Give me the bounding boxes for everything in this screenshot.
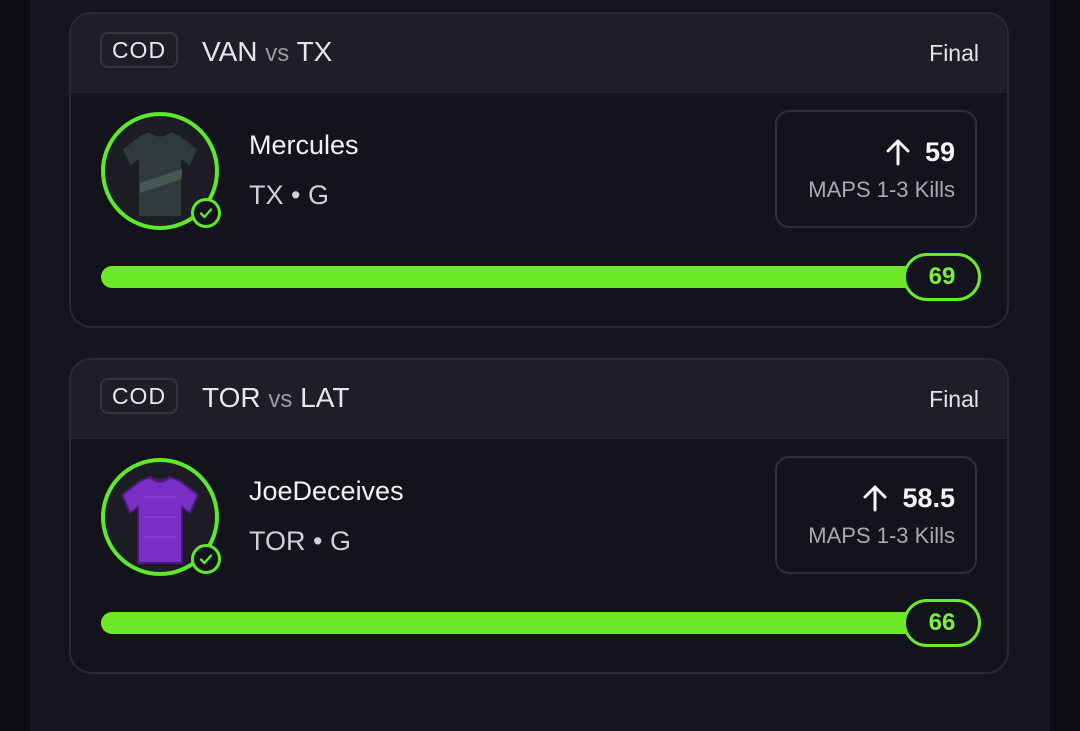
player-avatar-wrap [101,112,221,230]
away-team: TX [296,36,333,67]
player-name: JoeDeceives [249,476,404,506]
away-team: LAT [300,382,350,413]
verified-check-icon [191,544,221,574]
result-progress-bar: 66 [101,599,981,647]
projection-stat: MAPS 1-3 Kills [808,523,955,548]
player-avatar-wrap [101,458,221,576]
home-team: TOR [202,382,261,413]
vs-label: vs [265,40,290,67]
player-name: Mercules [249,130,359,160]
screen: COD VAN vs TX Final Mercules TX • G 59 M… [0,0,1080,731]
result-value: 66 [903,599,981,647]
vs-label: vs [268,386,293,413]
projection-stat: MAPS 1-3 Kills [808,177,955,202]
matchup: VAN vs TX [202,34,332,72]
projection-value-row: 58.5 [862,482,955,514]
projection-box[interactable]: 58.5 MAPS 1-3 Kills [775,456,977,574]
verified-check-icon [191,198,221,228]
league-badge: COD [100,378,178,414]
projection-box[interactable]: 59 MAPS 1-3 Kills [775,110,977,228]
progress-fill [101,612,981,634]
card-header: COD VAN vs TX Final [71,14,1007,93]
result-value: 69 [903,253,981,301]
projection-value-row: 59 [885,136,955,168]
progress-fill [101,266,981,288]
game-status: Final [929,386,979,412]
projection-value: 59 [924,137,955,167]
projection-value: 58.5 [902,483,955,513]
matchup: TOR vs LAT [202,380,349,418]
player-team-position: TX • G [249,180,329,210]
up-arrow-icon [886,139,910,166]
game-status: Final [929,40,979,66]
league-badge: COD [100,32,178,68]
up-arrow-icon [863,485,887,512]
pick-card[interactable]: COD VAN vs TX Final Mercules TX • G 59 M… [69,12,1009,328]
result-progress-bar: 69 [101,253,981,301]
player-team-position: TOR • G [249,526,351,556]
pick-card[interactable]: COD TOR vs LAT Final JoeDeceives TOR • G… [69,358,1009,674]
home-team: VAN [202,36,258,67]
card-header: COD TOR vs LAT Final [71,360,1007,439]
